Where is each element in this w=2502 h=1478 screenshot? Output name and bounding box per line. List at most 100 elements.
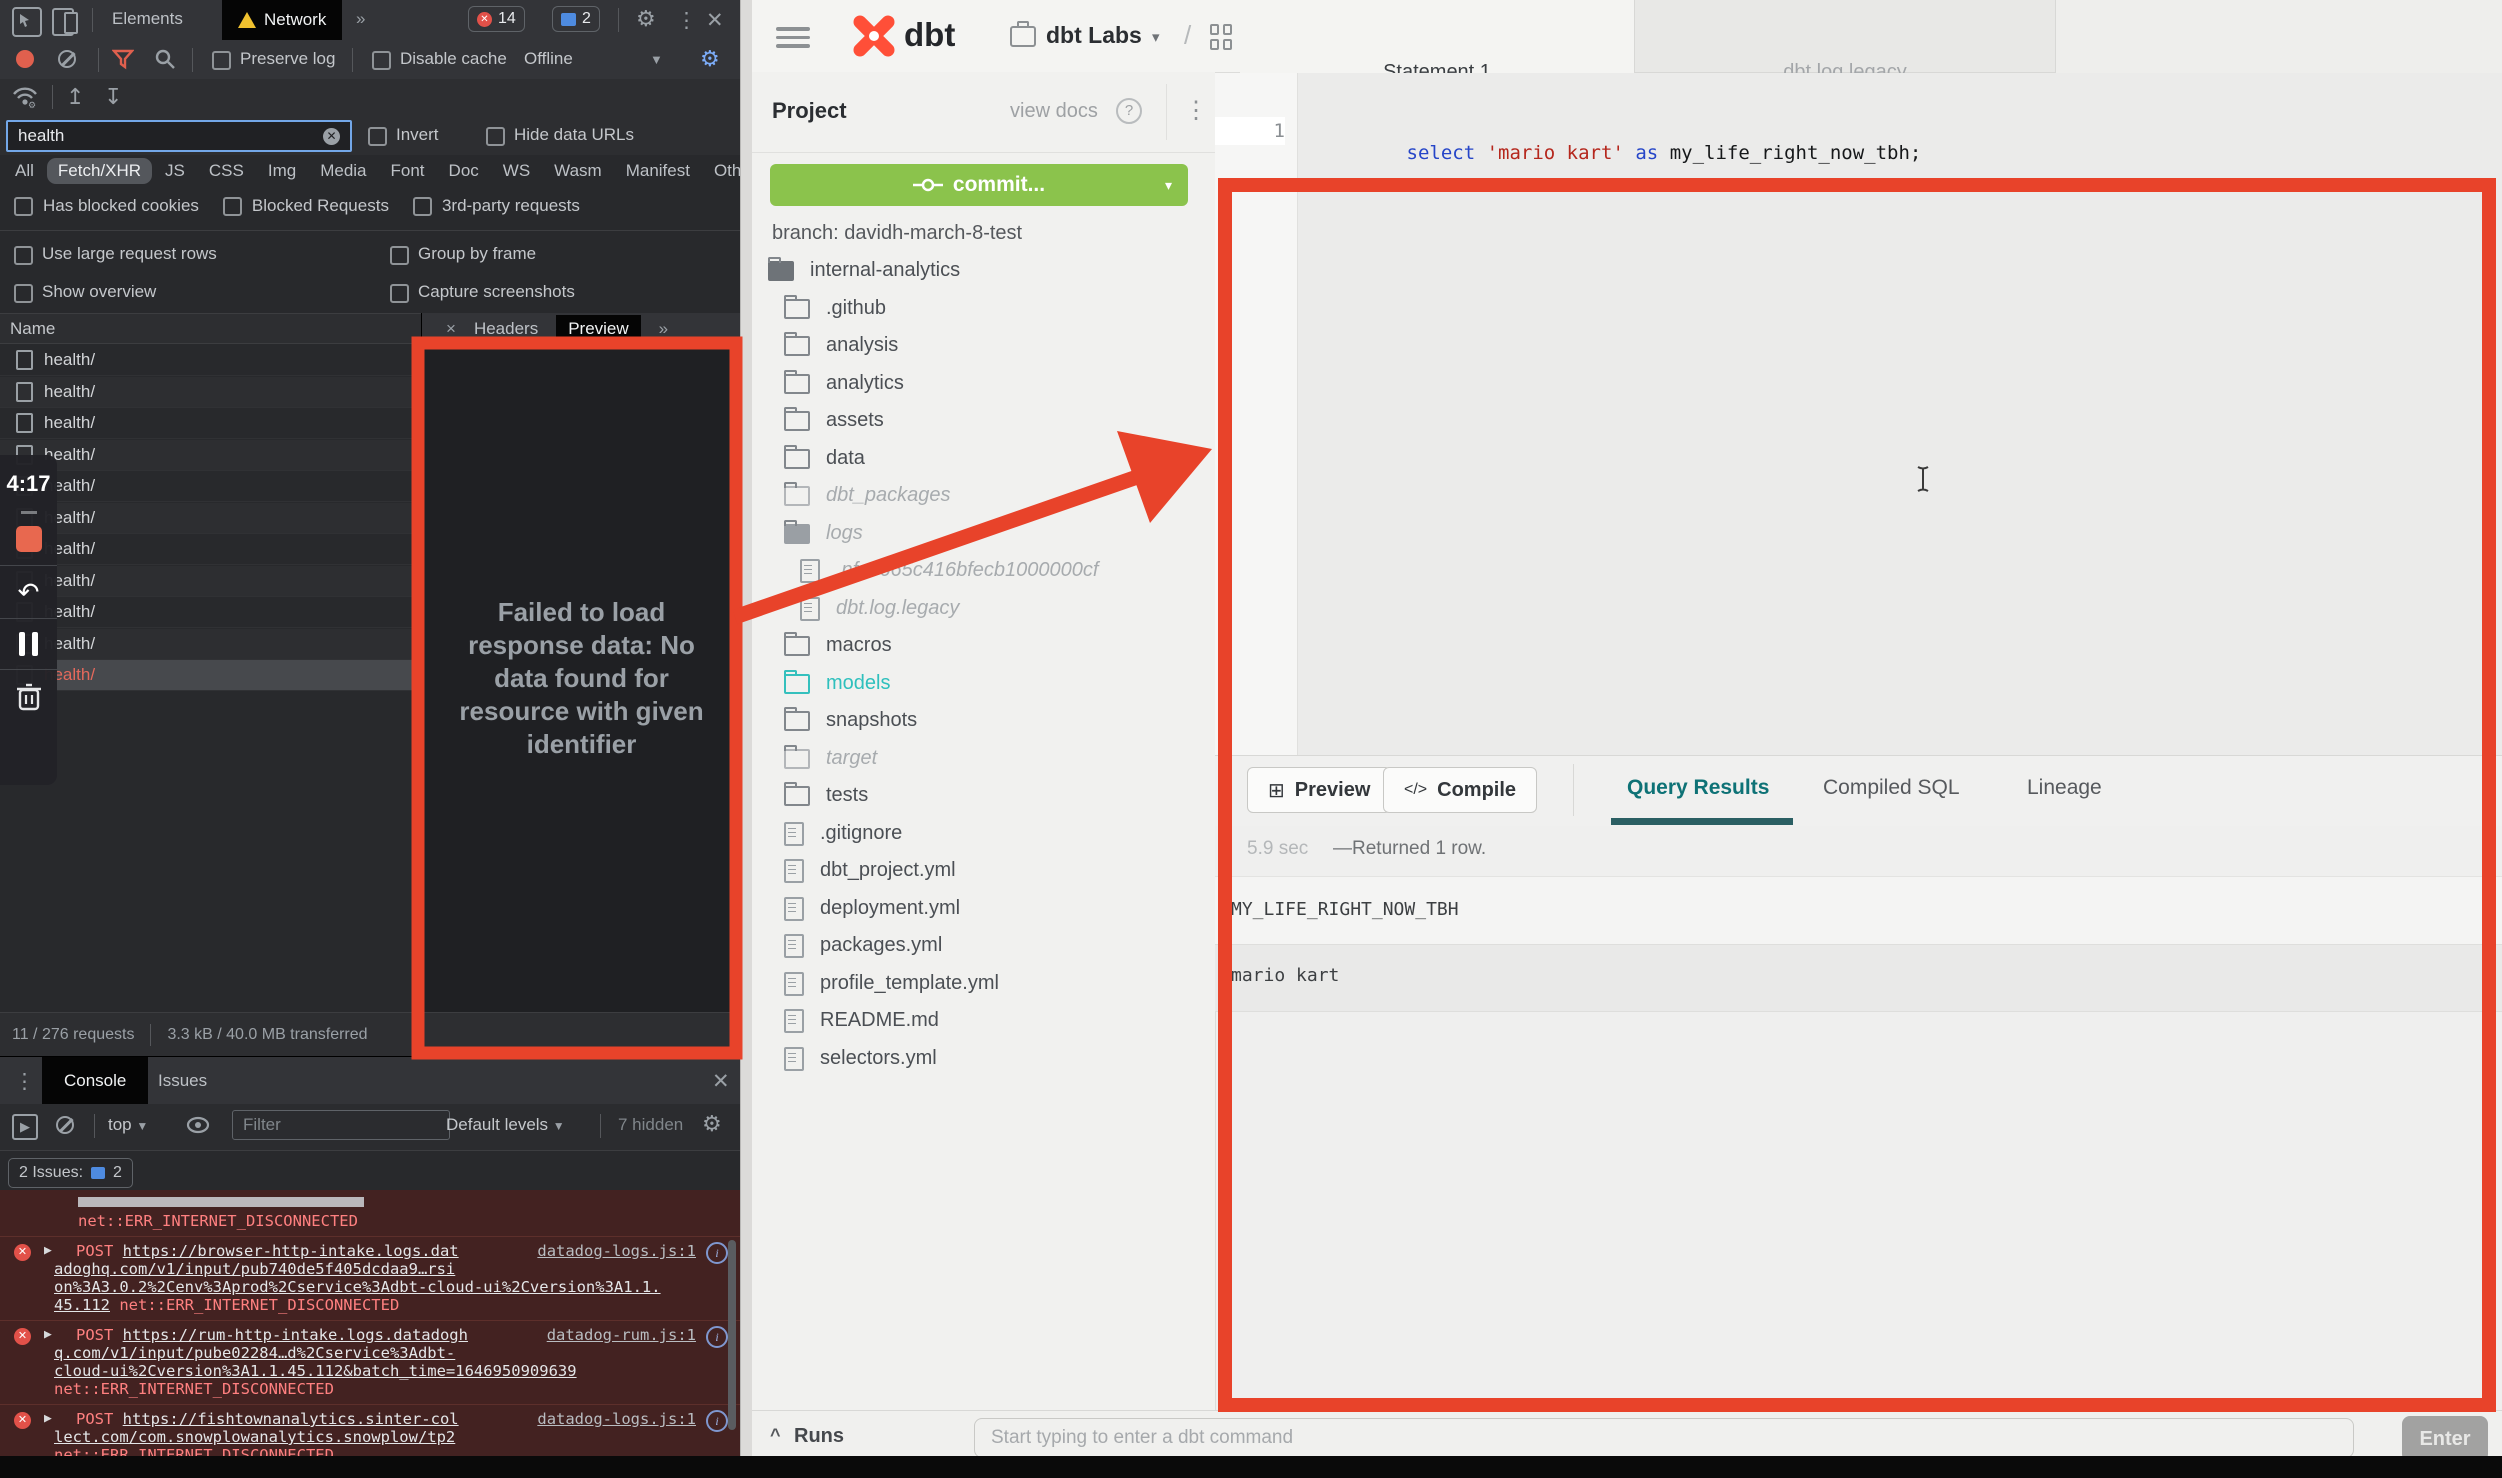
filter-type-ws[interactable]: WS [492, 158, 541, 184]
console-scrollbar[interactable] [728, 1240, 736, 1430]
request-url-link[interactable]: lect.com/com.snowplowanalytics.snowplow/… [54, 1428, 696, 1446]
devtools-close-icon[interactable]: ✕ [706, 8, 724, 33]
tree-item-folder[interactable]: snapshots [784, 702, 917, 739]
help-icon[interactable]: ? [1116, 98, 1142, 124]
info-icon[interactable]: i [706, 1410, 728, 1432]
tab-network[interactable]: Network [222, 0, 342, 40]
request-row[interactable]: health/ [0, 629, 421, 660]
throttling-select[interactable]: Offline [524, 49, 573, 69]
results-table-row[interactable]: mario kart [1215, 945, 2502, 1012]
account-chevron-icon[interactable]: ▾ [1152, 28, 1160, 46]
detail-close-icon[interactable]: × [446, 319, 456, 339]
group-by-frame-checkbox[interactable] [390, 246, 409, 265]
console-close-icon[interactable]: ✕ [712, 1069, 730, 1094]
filter-type-fetch-xhr[interactable]: Fetch/XHR [47, 158, 152, 184]
expand-triangle-icon[interactable]: ▶ [44, 1410, 52, 1428]
tree-item-folder[interactable]: data [784, 440, 865, 477]
tree-item-folder[interactable]: analytics [784, 365, 904, 402]
request-url-link[interactable]: https://rum-http-intake.logs.datadogh [123, 1326, 468, 1344]
tab-elements[interactable]: Elements [112, 9, 183, 29]
tree-item-folder[interactable]: .github [784, 290, 886, 327]
tree-item-folder-models[interactable]: models [784, 665, 890, 702]
tab-console[interactable]: Console [42, 1057, 148, 1105]
compile-button[interactable]: </>Compile [1383, 767, 1537, 813]
tree-item-file[interactable]: profile_template.yml [784, 965, 999, 1002]
tree-item-file[interactable]: selectors.yml [784, 1040, 937, 1077]
requests-name-header[interactable]: Name [0, 313, 421, 344]
tree-item-folder[interactable]: macros [784, 627, 892, 664]
filter-type-wasm[interactable]: Wasm [543, 158, 613, 184]
tab-lineage[interactable]: Lineage [2027, 776, 2102, 800]
context-selector[interactable]: top ▼ [108, 1115, 148, 1135]
settings-gear-icon[interactable]: ⚙ [636, 8, 656, 30]
throttling-chevron-icon[interactable]: ▼ [650, 52, 663, 67]
tree-item-folder[interactable]: assets [784, 402, 884, 439]
console-error-row[interactable]: ✕▶ datadog-rum.js:1 i POST https://rum-h… [0, 1320, 740, 1404]
view-docs-link[interactable]: view docs [1010, 100, 1098, 123]
network-filter-input[interactable]: health ✕ [6, 120, 352, 152]
project-menu-icon[interactable]: ⋮ [1184, 96, 1208, 125]
info-icon[interactable]: i [706, 1326, 728, 1348]
filter-type-manifest[interactable]: Manifest [615, 158, 701, 184]
expand-triangle-icon[interactable]: ▶ [44, 1326, 52, 1344]
import-har-icon[interactable]: ↥ [66, 84, 84, 110]
info-icon[interactable]: i [706, 1242, 728, 1264]
minimize-dash[interactable] [21, 511, 37, 514]
source-link[interactable]: datadog-logs.js:1 [537, 1242, 696, 1260]
account-switcher[interactable]: dbt Labs [1046, 22, 1142, 49]
filter-type-media[interactable]: Media [309, 158, 377, 184]
source-link[interactable]: datadog-logs.js:1 [537, 1410, 696, 1428]
tree-item-file[interactable]: dbt_project.yml [784, 852, 956, 889]
tree-item-file[interactable]: dbt.log.legacy [800, 590, 959, 627]
issues-summary-bar[interactable]: 2 Issues: 2 [8, 1158, 133, 1188]
request-row[interactable]: health/ [0, 597, 421, 628]
network-conditions-icon[interactable]: ⚙ [12, 85, 38, 114]
request-row[interactable]: health/ [0, 345, 421, 376]
request-url-link[interactable]: adoghq.com/v1/input/pub740de5f405dcdaa9…… [54, 1260, 696, 1278]
request-row[interactable]: health/ [0, 440, 421, 471]
record-icon[interactable] [16, 50, 34, 68]
tree-item-folder[interactable]: internal-analytics [768, 252, 960, 289]
tree-item-folder[interactable]: analysis [784, 327, 898, 364]
source-link[interactable]: datadog-rum.js:1 [547, 1326, 696, 1344]
commit-button[interactable]: commit... ▾ [770, 164, 1188, 206]
filter-type-font[interactable]: Font [380, 158, 436, 184]
preview-button[interactable]: ⊞Preview [1247, 767, 1391, 813]
tree-item-folder[interactable]: dbt_packages [784, 477, 951, 514]
request-row-selected[interactable]: health/ [0, 660, 421, 691]
log-levels-select[interactable]: Default levels ▼ [446, 1115, 565, 1135]
filter-funnel-icon[interactable] [112, 48, 134, 75]
request-url-link[interactable]: q.com/v1/input/pube02284…d%2Cservice%3Ad… [54, 1344, 696, 1362]
request-url-link[interactable]: https://browser-http-intake.logs.dat [123, 1242, 459, 1260]
console-clear-icon[interactable] [56, 1116, 74, 1134]
sql-editor[interactable]: 1 select 'mario kart' as my_life_right_n… [1215, 73, 2502, 755]
detail-more-tabs-icon[interactable]: » [659, 319, 668, 339]
has-blocked-cookies-checkbox[interactable] [14, 197, 33, 216]
request-row[interactable]: health/ [0, 471, 421, 502]
restart-record-icon[interactable]: ↶ [0, 579, 57, 605]
delete-record-icon[interactable] [0, 683, 57, 711]
preserve-log-checkbox[interactable] [212, 51, 231, 70]
dbt-command-input[interactable]: Start typing to enter a dbt command [974, 1418, 2354, 1458]
clear-filter-icon[interactable]: ✕ [323, 128, 340, 145]
tab-headers[interactable]: Headers [474, 319, 538, 339]
stop-record-button[interactable] [16, 526, 42, 552]
hamburger-menu-icon[interactable] [776, 22, 810, 53]
invert-checkbox[interactable] [368, 127, 387, 146]
large-rows-checkbox[interactable] [14, 246, 33, 265]
console-error-row[interactable]: ✕▶ datadog-logs.js:1 i POST https://brow… [0, 1236, 740, 1320]
request-url-link[interactable]: https://fishtownanalytics.sinter-col [123, 1410, 459, 1428]
pause-record-icon[interactable] [0, 632, 57, 656]
request-row[interactable]: health/ [0, 377, 421, 408]
tab-query-results[interactable]: Query Results [1627, 776, 1769, 800]
tree-item-file[interactable]: README.md [784, 1002, 939, 1039]
eval-context-icon[interactable]: ▶ [12, 1114, 38, 1140]
inspect-icon[interactable] [12, 7, 42, 37]
tab-dbt-log-legacy[interactable]: dbt.log.legacy [1634, 0, 2056, 73]
commit-chevron-icon[interactable]: ▾ [1165, 177, 1172, 194]
issues-count-badge[interactable]: 2 [552, 6, 600, 32]
tree-item-file[interactable]: packages.yml [784, 927, 942, 964]
show-overview-checkbox[interactable] [14, 284, 33, 303]
disable-cache-checkbox[interactable] [372, 51, 391, 70]
request-row[interactable]: health/ [0, 408, 421, 439]
